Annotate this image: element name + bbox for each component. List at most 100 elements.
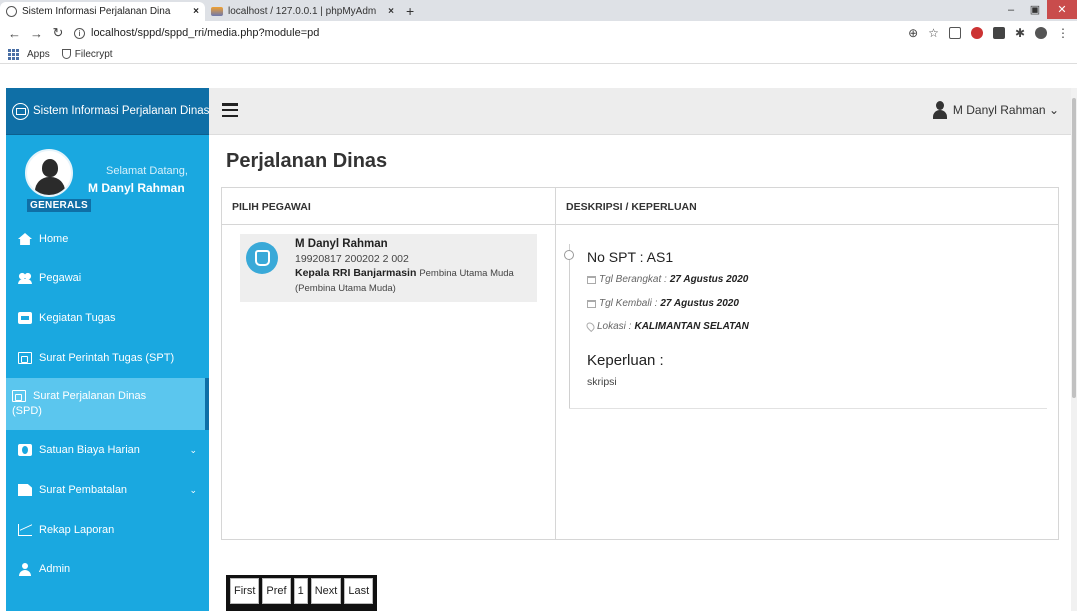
user-dropdown[interactable]: M Danyl Rahman ⌄ bbox=[932, 101, 1059, 119]
avatar bbox=[932, 101, 947, 119]
sidebar-item-label: Rekap Laporan bbox=[39, 524, 115, 536]
profile-icon[interactable] bbox=[1035, 27, 1047, 39]
window-controls: – ▣ ✕ bbox=[999, 0, 1077, 19]
tab-title: localhost / 127.0.0.1 | phpMyAdm bbox=[228, 6, 377, 17]
location: Lokasi : KALIMANTAN SELATAN bbox=[584, 320, 749, 333]
map-pin-icon bbox=[584, 320, 597, 333]
line-chart-icon bbox=[18, 524, 32, 536]
tab-phpmyadmin[interactable]: localhost / 127.0.0.1 | phpMyAdm × bbox=[205, 2, 400, 21]
timeline-line bbox=[569, 244, 570, 408]
sidebar-item-label: Kegiatan Tugas bbox=[39, 312, 116, 324]
bookmark-filecrypt[interactable]: Filecrypt bbox=[61, 49, 113, 60]
chevron-down-icon: ⌄ bbox=[189, 484, 197, 495]
return-label: Tgl Kembali : bbox=[599, 298, 658, 309]
location-value: KALIMANTAN SELATAN bbox=[634, 321, 749, 332]
monitor-icon bbox=[12, 102, 29, 120]
page-scrollbar[interactable] bbox=[1071, 88, 1077, 611]
hamburger-menu-icon[interactable] bbox=[222, 103, 238, 117]
depart-value: 27 Agustus 2020 bbox=[669, 274, 749, 285]
column-divider bbox=[555, 188, 556, 539]
pagination: First Pref 1 Next Last bbox=[226, 575, 378, 611]
sidebar-item-surat-pembatalan[interactable]: Surat Pembatalan ⌄ bbox=[6, 470, 209, 510]
pdf-icon bbox=[12, 390, 26, 402]
timeline-dot bbox=[564, 250, 574, 260]
page-first-button[interactable]: First bbox=[230, 578, 260, 604]
depart-label: Tgl Berangkat : bbox=[599, 274, 667, 285]
sidebar-item-rekap-laporan[interactable]: Rekap Laporan bbox=[6, 510, 209, 550]
star-icon[interactable]: ☆ bbox=[928, 26, 939, 40]
bookmark-apps[interactable]: Apps bbox=[8, 48, 50, 60]
sidebar: Sistem Informasi Perjalanan Dinas Selama… bbox=[6, 88, 209, 611]
timeline-divider bbox=[569, 408, 1047, 409]
purpose-heading: Keperluan : bbox=[587, 352, 664, 369]
scroll-thumb[interactable] bbox=[1072, 98, 1076, 398]
adblock-extension-icon[interactable] bbox=[970, 27, 983, 39]
top-navbar: M Danyl Rahman ⌄ bbox=[209, 88, 1071, 135]
tab-close-icon[interactable]: × bbox=[388, 6, 394, 17]
column-header-pegawai: PILIH PEGAWAI bbox=[232, 201, 311, 213]
role-badge: GENERALS bbox=[27, 199, 91, 212]
return-date: Tgl Kembali : 27 Agustus 2020 bbox=[587, 298, 739, 309]
user-icon bbox=[18, 563, 32, 576]
forward-arrow-icon[interactable]: → bbox=[30, 26, 43, 41]
sidebar-item-label-2: (SPD) bbox=[12, 405, 42, 417]
close-window-icon[interactable]: ✕ bbox=[1047, 0, 1077, 19]
address-bar: ← → ↻ i localhost/sppd/sppd_rri/media.ph… bbox=[0, 21, 1077, 45]
sidebar-item-home[interactable]: Home bbox=[6, 220, 209, 258]
return-value: 27 Agustus 2020 bbox=[660, 298, 739, 309]
apps-grid-icon bbox=[8, 48, 19, 60]
spt-number: No SPT : AS1 bbox=[587, 249, 674, 265]
employee-rank: (Pembina Utama Muda) bbox=[295, 283, 396, 294]
calendar-icon bbox=[587, 275, 596, 284]
zoom-icon[interactable]: ⊕ bbox=[908, 26, 918, 40]
minimize-icon[interactable]: – bbox=[999, 0, 1023, 19]
sidebar-profile: Selamat Datang, M Danyl Rahman GENERALS bbox=[6, 135, 209, 220]
home-icon bbox=[18, 233, 32, 245]
puzzle-icon[interactable]: ✱ bbox=[1015, 26, 1025, 40]
sidebar-item-spd[interactable]: Surat Perjalanan Dinas (SPD) bbox=[6, 378, 209, 430]
tab-close-icon[interactable]: × bbox=[193, 6, 199, 17]
pdf-icon bbox=[18, 352, 32, 364]
back-arrow-icon[interactable]: ← bbox=[8, 26, 21, 41]
sidebar-item-spt[interactable]: Surat Perintah Tugas (SPT) bbox=[6, 338, 209, 378]
screenshot-extension-icon[interactable] bbox=[948, 27, 961, 39]
money-icon bbox=[18, 444, 32, 456]
sidebar-user-name: M Danyl Rahman bbox=[88, 181, 185, 195]
employee-name: M Danyl Rahman bbox=[295, 238, 388, 250]
depart-date: Tgl Berangkat : 27 Agustus 2020 bbox=[587, 274, 748, 285]
sidebar-item-kegiatan-tugas[interactable]: Kegiatan Tugas bbox=[6, 298, 209, 338]
info-icon[interactable]: i bbox=[74, 27, 85, 39]
id-card-icon bbox=[18, 312, 32, 324]
sidebar-item-pegawai[interactable]: Pegawai bbox=[6, 258, 209, 298]
maximize-icon[interactable]: ▣ bbox=[1023, 0, 1047, 19]
new-tab-button[interactable]: + bbox=[400, 2, 420, 21]
url-text: localhost/sppd/sppd_rri/media.php?module… bbox=[91, 27, 320, 39]
sidebar-item-satuan-biaya-harian[interactable]: Satuan Biaya Harian ⌄ bbox=[6, 430, 209, 470]
page-next-button[interactable]: Next bbox=[310, 578, 342, 604]
sidebar-item-label: Pegawai bbox=[39, 272, 82, 284]
reload-icon[interactable]: ↻ bbox=[52, 25, 64, 41]
purpose-value: skripsi bbox=[587, 376, 617, 388]
extension-icon[interactable] bbox=[992, 27, 1005, 39]
employee-card[interactable]: M Danyl Rahman 19920817 200202 2 002 Kep… bbox=[240, 234, 537, 302]
browser-tab-bar: Sistem Informasi Perjalanan Dina × local… bbox=[0, 0, 1077, 21]
sidebar-brand[interactable]: Sistem Informasi Perjalanan Dinas bbox=[6, 88, 209, 135]
page-prev-button[interactable]: Pref bbox=[262, 578, 291, 604]
location-label: Lokasi : bbox=[597, 321, 632, 332]
file-icon bbox=[18, 484, 32, 496]
bookmarks-bar: Apps Filecrypt bbox=[0, 45, 1077, 64]
globe-icon bbox=[6, 6, 17, 17]
url-field[interactable]: i localhost/sppd/sppd_rri/media.php?modu… bbox=[74, 27, 898, 39]
menu-kebab-icon[interactable]: ⋮ bbox=[1057, 26, 1069, 40]
avatar bbox=[25, 149, 73, 197]
page-number-button[interactable]: 1 bbox=[293, 578, 308, 604]
sidebar-menu: Home Pegawai Kegiatan Tugas Surat Perint… bbox=[6, 220, 209, 588]
sidebar-item-label: Surat Perintah Tugas (SPT) bbox=[39, 352, 175, 364]
page-last-button[interactable]: Last bbox=[344, 578, 374, 604]
user-dropdown-label: M Danyl Rahman ⌄ bbox=[952, 103, 1059, 117]
users-icon bbox=[18, 272, 32, 284]
tab-sistem-informasi[interactable]: Sistem Informasi Perjalanan Dina × bbox=[0, 2, 205, 21]
sidebar-item-admin[interactable]: Admin bbox=[6, 550, 209, 588]
employee-position: Kepala RRI Banjarmasin Pembina Utama Mud… bbox=[295, 267, 514, 279]
trip-panel: PILIH PEGAWAI DESKRIPSI / KEPERLUAN M Da… bbox=[221, 187, 1059, 540]
